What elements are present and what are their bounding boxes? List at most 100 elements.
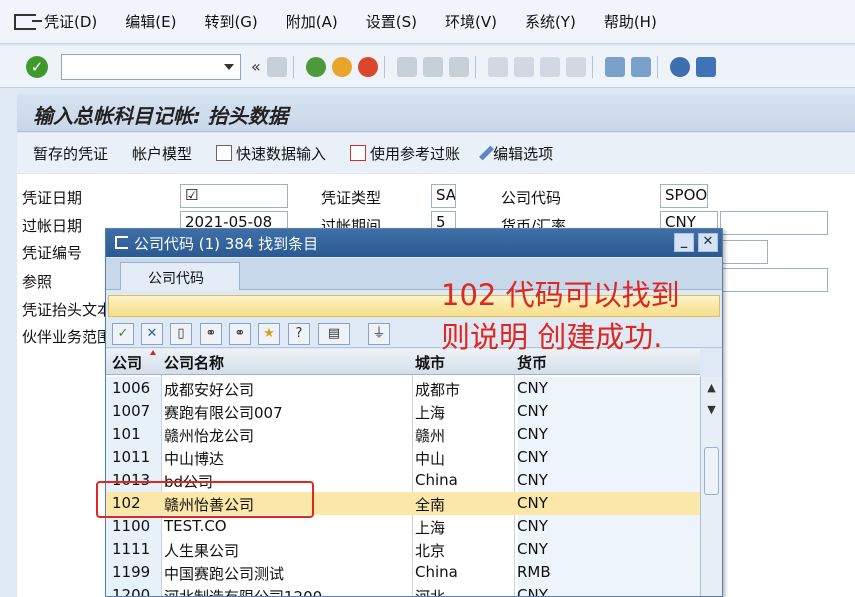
cell-company-name: 人生果公司 (164, 542, 240, 560)
new-session-icon[interactable] (604, 56, 625, 77)
translation-date-field[interactable] (720, 240, 768, 264)
annotation-line-1: 102 代码可以找到 (441, 278, 680, 312)
cell-company: 1100 (112, 517, 151, 535)
table-row[interactable]: 1007 赛跑有限公司007 上海 CNY (106, 400, 700, 423)
layout-menu-icon[interactable] (695, 56, 716, 77)
results-table: 公司 公司名称 城市 货币 1006 成都安好公司 成都市 CNY 1007 赛跑有限公司… (106, 349, 700, 597)
menu-edit[interactable]: 编辑(E) (125, 11, 176, 32)
table-row[interactable]: 1111 人生果公司 北京 CNY (106, 538, 700, 561)
menu-settings[interactable]: 设置(S) (366, 11, 417, 32)
find-icon[interactable] (422, 56, 443, 77)
doc-date-field[interactable]: ☑ (180, 184, 288, 208)
table-row[interactable]: 1199 中国赛跑公司测试 China RMB (106, 561, 700, 584)
scroll-up-icon[interactable]: ▲ (703, 379, 720, 397)
exit-icon[interactable] (331, 56, 352, 77)
vertical-scrollbar[interactable]: ▲ ▼ (700, 377, 722, 596)
doc-number-label: 凭证编号 (22, 244, 83, 262)
company-code-label: 公司代码 (501, 189, 562, 207)
new-document-icon[interactable]: ▯ (170, 323, 192, 345)
cell-company-name: 中山博达 (164, 450, 225, 468)
pencil-icon (479, 145, 494, 161)
sort-ascending-icon (150, 350, 156, 355)
screen-title-bar: 输入总帐科目记帐: 抬头数据 (17, 94, 855, 132)
reference-label: 参照 (22, 273, 53, 291)
cell-company: 1200 (112, 586, 151, 597)
find-next-icon[interactable] (448, 56, 469, 77)
command-field[interactable] (61, 53, 241, 80)
help-icon[interactable]: ? (288, 323, 310, 345)
doc-date-label: 凭证日期 (22, 189, 83, 207)
table-row[interactable]: 1011 中山博达 中山 CNY (106, 446, 700, 469)
cell-company-name: 赛跑有限公司007 (164, 404, 283, 422)
first-page-icon[interactable] (487, 56, 508, 77)
save-icon[interactable] (266, 56, 287, 77)
col-company[interactable]: 公司 (112, 352, 142, 373)
table-row[interactable]: 1100 TEST.CO 上海 CNY (106, 515, 700, 538)
sap-exit-icon[interactable] (14, 13, 42, 30)
enter-check-icon[interactable]: ✓ (26, 55, 48, 78)
cancel-icon[interactable]: ✕ (141, 323, 163, 345)
standard-toolbar: ✓ « (0, 46, 855, 88)
cell-city: 北京 (415, 542, 446, 560)
cell-company: 1199 (112, 563, 151, 581)
exchange-rate-field[interactable] (720, 211, 828, 235)
menu-environment[interactable]: 环境(V) (445, 11, 497, 32)
print-icon[interactable]: ▤ (318, 323, 350, 345)
fast-entry-button[interactable]: 快速数据输入 (216, 143, 326, 164)
shortcut-icon[interactable] (630, 56, 651, 77)
dialog-icon (115, 236, 128, 249)
account-model-button[interactable]: 帐户模型 (132, 143, 192, 164)
back-icon[interactable] (305, 56, 326, 77)
cell-company: 1006 (112, 379, 151, 397)
add-favorite-icon[interactable]: ★ (258, 323, 280, 345)
cancel-icon[interactable] (357, 56, 378, 77)
last-page-icon[interactable] (565, 56, 586, 77)
cell-currency: CNY (517, 471, 548, 489)
cell-city: 全南 (415, 496, 446, 514)
cell-currency: CNY (517, 379, 548, 397)
help-icon[interactable] (669, 56, 690, 77)
cell-company-name: 河北制造有限公司1200 (164, 588, 323, 597)
parked-document-label: 暂存的凭证 (33, 144, 109, 163)
fast-entry-label: 快速数据输入 (236, 144, 327, 163)
doc-type-field[interactable]: SA (431, 184, 456, 208)
next-page-icon[interactable] (539, 56, 560, 77)
annotation-text: 102 代码可以找到 则说明 创建成功. (441, 274, 680, 358)
tab-company-code[interactable]: 公司代码 (120, 262, 240, 290)
binoculars-icon[interactable]: ⚭ (200, 323, 222, 345)
menu-extras[interactable]: 附加(A) (286, 11, 338, 32)
col-company-name[interactable]: 公司名称 (164, 352, 224, 373)
menu-help[interactable]: 帮助(H) (604, 11, 657, 32)
scroll-down-icon[interactable]: ▼ (703, 401, 720, 419)
table-row[interactable]: 1200 河北制造有限公司1200 河北 CNY (106, 584, 700, 597)
account-model-label: 帐户模型 (132, 144, 193, 163)
check-icon[interactable]: ✓ (112, 323, 134, 345)
parked-document-button[interactable]: 暂存的凭证 (33, 143, 108, 164)
post-date-label: 过帐日期 (22, 217, 83, 235)
find-next-icon[interactable]: ⚭ (229, 323, 251, 345)
table-row[interactable]: 1006 成都安好公司 成都市 CNY (106, 377, 700, 400)
close-button[interactable]: ✕ (698, 233, 718, 252)
back-history-icon[interactable]: « (251, 57, 261, 76)
previous-page-icon[interactable] (513, 56, 534, 77)
filter-icon[interactable]: ⏚ (368, 323, 390, 345)
cell-currency: RMB (517, 563, 551, 581)
scroll-thumb[interactable] (704, 447, 719, 495)
cell-city: 河北 (415, 588, 446, 597)
trading-partner-label: 伙伴业务范围 (22, 328, 113, 346)
company-code-field[interactable]: SPOO (660, 184, 708, 208)
cell-company: 1011 (112, 448, 151, 466)
cell-company-name: 成都安好公司 (164, 381, 255, 399)
chevron-down-icon[interactable] (224, 63, 234, 70)
menu-document[interactable]: 凭证(D) (44, 11, 97, 32)
cell-city: 上海 (415, 519, 446, 537)
post-with-reference-button[interactable]: 使用参考过账 (350, 143, 460, 164)
menu-goto[interactable]: 转到(G) (204, 11, 257, 32)
toolbar-separator (474, 55, 476, 78)
table-row[interactable]: 101 赣州怡龙公司 赣州 CNY (106, 423, 700, 446)
print-icon[interactable] (396, 56, 417, 77)
minimize-button[interactable]: _ (674, 233, 694, 252)
menu-system[interactable]: 系统(Y) (525, 11, 576, 32)
editing-options-button[interactable]: 编辑选项 (479, 143, 553, 164)
cross-cc-number-field[interactable] (720, 268, 828, 292)
